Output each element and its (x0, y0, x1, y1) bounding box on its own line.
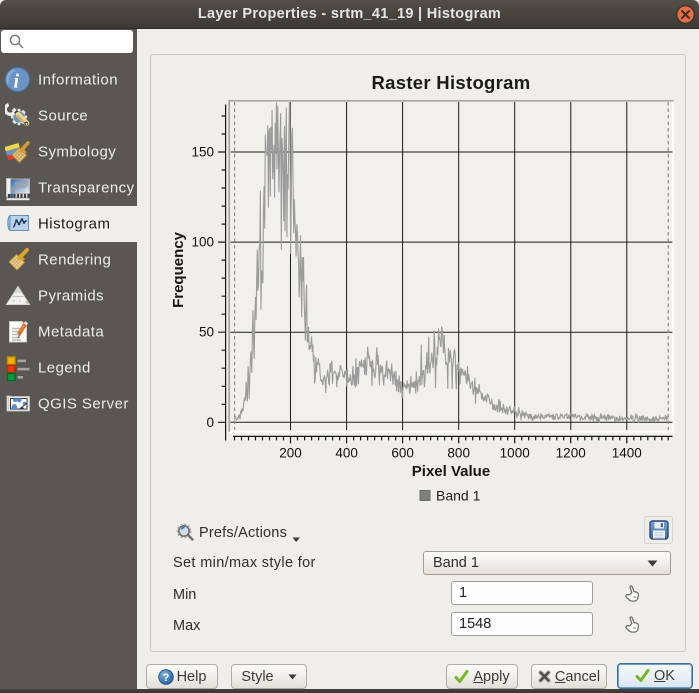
svg-text:200: 200 (279, 446, 302, 461)
svg-text:800: 800 (447, 446, 470, 461)
svg-text:Frequency: Frequency (170, 231, 187, 308)
svg-text:i: i (14, 71, 20, 93)
svg-text:1200: 1200 (556, 446, 586, 461)
svg-text:100: 100 (191, 235, 214, 250)
svg-text:Pixel Value: Pixel Value (412, 463, 490, 480)
svg-text:600: 600 (391, 446, 414, 461)
svg-text:400: 400 (335, 446, 358, 461)
svg-text:150: 150 (191, 145, 214, 160)
svg-text:50: 50 (199, 325, 214, 340)
svg-text:1400: 1400 (612, 446, 642, 461)
svg-text:?: ? (162, 672, 169, 684)
svg-text:Band 1: Band 1 (436, 488, 481, 504)
svg-text:Raster Histogram: Raster Histogram (371, 72, 530, 93)
svg-text:0: 0 (206, 415, 214, 430)
svg-text:1000: 1000 (500, 446, 530, 461)
